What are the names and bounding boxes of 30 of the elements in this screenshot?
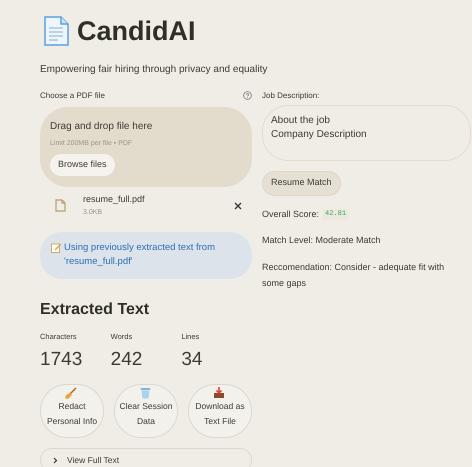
match-level-text: Match Level: Moderate Match (262, 234, 382, 247)
info-text: Using previously extracted text from 'resume_full.pdf' (64, 241, 216, 269)
file-icon (55, 199, 66, 212)
metric-value: 242 (110, 348, 144, 372)
dropzone-title: Drag and drop file here (50, 120, 152, 134)
trash-icon (140, 387, 150, 400)
browse-files-button[interactable]: Browse files (50, 154, 115, 176)
inbox-tray-icon (213, 387, 225, 400)
uploader-label: Choose a PDF file (40, 90, 105, 102)
help-icon[interactable] (243, 91, 252, 100)
resume-match-button[interactable]: Resume Match (262, 170, 341, 196)
broom-icon (65, 387, 77, 400)
metric-value: 34 (181, 348, 204, 372)
close-icon[interactable] (234, 202, 242, 210)
job-description-label: Job Description: (262, 90, 320, 100)
app-title: CandidAI (77, 15, 196, 48)
metric-value: 1743 (40, 348, 84, 372)
section-heading: Extracted Text (40, 300, 150, 320)
file-name: resume_full.pdf (83, 192, 145, 206)
app-subtitle: Empowering fair hiring through privacy and equality (40, 62, 268, 76)
view-full-text-expander[interactable]: View Full Text (40, 448, 252, 467)
chevron-right-icon (53, 456, 58, 464)
action-button[interactable]: Download as Text File (188, 384, 252, 438)
action-button[interactable]: Redact Personal Info (40, 384, 104, 438)
job-description-field[interactable]: About the job Company Description (262, 104, 471, 160)
recommendation-text: Reccomendation: Consider - adequate fit with some gaps (262, 260, 446, 290)
memo-icon (51, 243, 61, 253)
action-button[interactable]: Clear Session Data (114, 384, 178, 438)
score-label: Overall Score: (262, 208, 320, 220)
document-icon (43, 16, 69, 46)
